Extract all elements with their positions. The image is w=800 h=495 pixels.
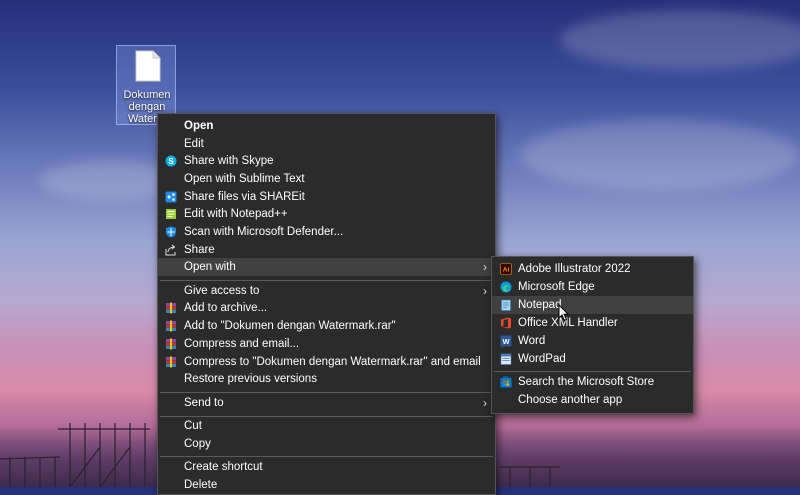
submenu-item-wordpad[interactable]: WordPad: [492, 350, 693, 368]
menu-item-label: Restore previous versions: [184, 373, 317, 385]
illustrator-icon: Ai: [500, 263, 512, 275]
store-icon: [500, 376, 512, 388]
winrar-icon: [166, 338, 176, 350]
submenu-item-label: Choose another app: [518, 394, 623, 406]
menu-item-label: Open with: [184, 261, 236, 273]
edge-icon: [500, 281, 512, 293]
submenu-item-notepad[interactable]: Notepad: [492, 296, 693, 314]
submenu-item-microsoft-edge[interactable]: Microsoft Edge: [492, 278, 693, 296]
chevron-right-icon: ›: [483, 260, 487, 274]
menu-item-create-shortcut[interactable]: Create shortcut: [158, 458, 495, 476]
menu-item-share-with-skype[interactable]: S Share with Skype: [158, 152, 495, 170]
menu-item-label: Share with Skype: [184, 155, 274, 167]
menu-item-label: Compress to "Dokumen dengan Watermark.ra…: [184, 356, 481, 368]
menu-item-restore-versions[interactable]: Restore previous versions: [158, 370, 495, 388]
menu-item-label: Edit: [184, 138, 204, 150]
share-icon: [165, 244, 176, 256]
menu-item-label: Add to "Dokumen dengan Watermark.rar": [184, 320, 396, 332]
submenu-item-choose-another-app[interactable]: Choose another app: [492, 391, 693, 409]
shareit-icon: [165, 191, 177, 203]
svg-text:W: W: [502, 337, 510, 346]
submenu-item-office-xml-handler[interactable]: Office XML Handler: [492, 314, 693, 332]
blank-document-icon: [135, 50, 161, 82]
submenu-item-label: Search the Microsoft Store: [518, 376, 655, 388]
chevron-right-icon: ›: [483, 284, 487, 298]
context-menu: Open Edit S Share with Skype Open with S…: [157, 113, 496, 495]
svg-text:S: S: [168, 157, 174, 166]
submenu-item-label: Adobe Illustrator 2022: [518, 263, 631, 275]
submenu-item-label: Word: [518, 335, 546, 347]
menu-item-edit-notepadpp[interactable]: Edit with Notepad++: [158, 205, 495, 223]
menu-item-scan-defender[interactable]: Scan with Microsoft Defender...: [158, 223, 495, 241]
menu-item-label: Add to archive...: [184, 302, 268, 314]
open-with-submenu: Ai Adobe Illustrator 2022 Microsoft Edge…: [491, 256, 694, 414]
menu-item-delete[interactable]: Delete: [158, 476, 495, 494]
menu-item-compress-rar-email[interactable]: Compress to "Dokumen dengan Watermark.ra…: [158, 353, 495, 371]
submenu-item-label: Microsoft Edge: [518, 281, 595, 293]
cloud: [560, 10, 800, 70]
menu-item-label: Cut: [184, 420, 202, 432]
menu-item-open[interactable]: Open: [158, 117, 495, 135]
notepadpp-icon: [166, 209, 176, 219]
menu-separator: [160, 280, 493, 281]
menu-item-label: Open: [184, 120, 214, 132]
menu-separator: [160, 456, 493, 457]
submenu-item-word[interactable]: W Word: [492, 332, 693, 350]
menu-item-send-to[interactable]: Send to ›: [158, 394, 495, 412]
menu-item-label: Give access to: [184, 285, 260, 297]
winrar-icon: [166, 356, 176, 368]
defender-icon: [166, 226, 176, 238]
menu-item-label: Delete: [184, 479, 218, 491]
menu-item-open-with-sublime[interactable]: Open with Sublime Text: [158, 170, 495, 188]
menu-item-shareit[interactable]: Share files via SHAREit: [158, 188, 495, 206]
skype-icon: S: [165, 155, 177, 167]
menu-item-label: Send to: [184, 397, 224, 409]
menu-item-add-to-archive[interactable]: Add to archive...: [158, 299, 495, 317]
cloud: [520, 120, 800, 190]
office-icon: [501, 317, 511, 329]
submenu-item-label: Notepad: [518, 299, 562, 311]
menu-item-label: Open with Sublime Text: [184, 173, 305, 185]
menu-item-compress-email[interactable]: Compress and email...: [158, 335, 495, 353]
menu-item-label: Create shortcut: [184, 461, 263, 473]
submenu-item-adobe-illustrator[interactable]: Ai Adobe Illustrator 2022: [492, 260, 693, 278]
menu-item-label: Share files via SHAREit: [184, 191, 305, 203]
winrar-icon: [166, 320, 176, 332]
menu-item-label: Scan with Microsoft Defender...: [184, 226, 344, 238]
menu-item-copy[interactable]: Copy: [158, 435, 495, 453]
menu-item-label: Share: [184, 244, 215, 256]
wordpad-icon: [500, 353, 512, 365]
submenu-item-label: WordPad: [518, 353, 566, 365]
menu-item-label: Edit with Notepad++: [184, 208, 288, 220]
menu-item-give-access[interactable]: Give access to ›: [158, 282, 495, 300]
menu-item-open-with[interactable]: Open with ›: [158, 258, 495, 276]
menu-item-cut[interactable]: Cut: [158, 417, 495, 435]
word-icon: W: [500, 335, 512, 347]
winrar-icon: [166, 302, 176, 314]
menu-item-label: Copy: [184, 438, 211, 450]
notepad-icon: [501, 299, 511, 311]
menu-item-edit[interactable]: Edit: [158, 135, 495, 153]
chevron-right-icon: ›: [483, 396, 487, 410]
menu-item-share[interactable]: Share: [158, 241, 495, 259]
menu-separator: [160, 392, 493, 393]
svg-text:Ai: Ai: [503, 267, 510, 274]
menu-item-add-to-rar[interactable]: Add to "Dokumen dengan Watermark.rar": [158, 317, 495, 335]
mouse-cursor-icon: [558, 304, 570, 322]
menu-item-label: Compress and email...: [184, 338, 300, 350]
submenu-item-search-store[interactable]: Search the Microsoft Store: [492, 373, 693, 391]
menu-separator: [494, 371, 691, 372]
